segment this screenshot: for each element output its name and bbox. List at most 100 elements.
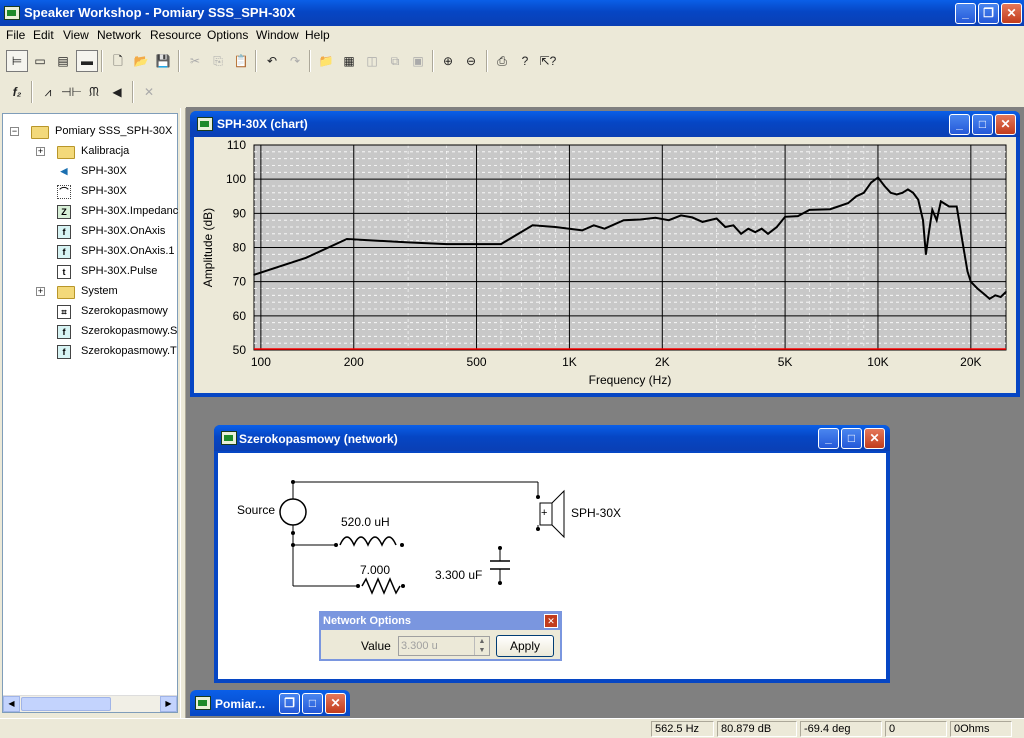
amplitude-chart[interactable]: 50 60 70 80 90 100 110 100 200 500 1K 2K 5K 10K 20K Fre… bbox=[194, 137, 1016, 393]
collapse-icon[interactable]: − bbox=[10, 127, 19, 136]
minimized-maximize-button[interactable]: □ bbox=[302, 693, 323, 714]
data-point bbox=[568, 227, 571, 230]
menu-help[interactable]: Help bbox=[305, 28, 330, 42]
inductor-label[interactable]: 520.0 uH bbox=[341, 515, 390, 529]
menu-window[interactable]: Window bbox=[256, 28, 299, 42]
resistor-symbol bbox=[361, 577, 401, 595]
data-point bbox=[847, 202, 849, 204]
data-point bbox=[531, 224, 534, 227]
capacitor-label[interactable]: 3.300 uF bbox=[435, 568, 482, 582]
inductor-icon[interactable]: ᙏ bbox=[83, 81, 105, 103]
new-file-icon[interactable]: 🗋 bbox=[107, 50, 129, 72]
graph-icon[interactable]: ◫ bbox=[361, 50, 383, 72]
apply-button[interactable]: Apply bbox=[496, 635, 554, 657]
data-point bbox=[963, 250, 965, 252]
spin-up-icon[interactable]: ▲ bbox=[474, 637, 489, 646]
print-icon[interactable]: ⎙ bbox=[491, 50, 513, 72]
value-input-text: 3.300 u bbox=[401, 640, 438, 652]
menu-edit[interactable]: Edit bbox=[33, 28, 54, 42]
menu-resource[interactable]: Resource bbox=[150, 28, 201, 42]
network-close-button[interactable]: ✕ bbox=[864, 428, 885, 449]
chart-maximize-button[interactable]: □ bbox=[972, 114, 993, 135]
separator bbox=[101, 50, 103, 72]
network-options-title-bar[interactable]: Network Options ✕ bbox=[321, 613, 560, 630]
minimized-restore-button[interactable]: ❐ bbox=[279, 693, 300, 714]
data-point bbox=[500, 243, 502, 245]
y-tick-label: 60 bbox=[233, 309, 247, 323]
chart-window[interactable]: SPH-30X (chart) _ □ ✕ 50 60 70 80 90 100 110 10… bbox=[190, 111, 1020, 397]
expand-icon[interactable]: + bbox=[36, 147, 45, 156]
menu-network[interactable]: Network bbox=[97, 28, 141, 42]
data-point bbox=[988, 298, 991, 300]
scroll-right-icon[interactable]: ▶ bbox=[160, 696, 177, 712]
x-tick-label: 1K bbox=[562, 355, 577, 369]
details-view-icon[interactable]: ▤ bbox=[52, 50, 74, 72]
speaker-icon[interactable]: ◀ bbox=[106, 81, 128, 103]
network-minimize-button[interactable]: _ bbox=[818, 428, 839, 449]
network-window-title-bar[interactable]: Szerokopasmowy (network) _ □ ✕ bbox=[214, 425, 890, 451]
data-point bbox=[724, 226, 727, 228]
menu-view[interactable]: View bbox=[63, 28, 89, 42]
resistor-icon[interactable]: ⩘ bbox=[37, 81, 59, 103]
data-point bbox=[407, 241, 409, 244]
delete-icon[interactable]: ✕ bbox=[138, 81, 160, 103]
app-title-bar[interactable]: Speaker Workshop - Pomiary SSS_SPH-30X _… bbox=[0, 0, 1024, 26]
small-view-icon[interactable]: ▬ bbox=[76, 50, 98, 72]
redo-icon[interactable]: ↷ bbox=[284, 50, 306, 72]
list-view-icon[interactable]: ▭ bbox=[29, 50, 51, 72]
panels-icon[interactable]: ▣ bbox=[407, 50, 429, 72]
tree-item-label: SPH-30X bbox=[81, 185, 127, 197]
data-point bbox=[925, 253, 927, 256]
data-point bbox=[740, 233, 742, 235]
scroll-left-icon[interactable]: ◀ bbox=[3, 696, 20, 712]
paste-icon[interactable]: 📋 bbox=[230, 50, 252, 72]
x-axis-label: Frequency (Hz) bbox=[589, 373, 672, 387]
capacitor-icon[interactable]: ⊣⊢ bbox=[60, 81, 82, 103]
open-folder-icon[interactable]: 📁 bbox=[315, 50, 337, 72]
tree-item-label: Szerokopasmowy bbox=[81, 305, 168, 317]
restore-button[interactable]: ❐ bbox=[978, 3, 999, 24]
chart-window-title-bar[interactable]: SPH-30X (chart) _ □ ✕ bbox=[190, 111, 1020, 137]
close-button[interactable]: ✕ bbox=[1001, 3, 1022, 24]
chart-close-button[interactable]: ✕ bbox=[995, 114, 1016, 135]
separator bbox=[31, 81, 33, 103]
value-input[interactable]: 3.300 u ▲ ▼ bbox=[398, 636, 490, 656]
help-icon[interactable]: ? bbox=[514, 50, 536, 72]
minimized-window[interactable]: Pomiar... ❐ □ ✕ bbox=[190, 690, 350, 716]
resistor-label[interactable]: 7.000 bbox=[360, 563, 390, 577]
network-options-close-button[interactable]: ✕ bbox=[544, 614, 558, 628]
open-file-icon[interactable]: 📂 bbox=[130, 50, 152, 72]
cut-icon[interactable]: ✂ bbox=[184, 50, 206, 72]
frames-icon[interactable]: ⧉ bbox=[384, 50, 406, 72]
scroll-thumb[interactable] bbox=[21, 697, 111, 711]
copy-icon[interactable]: ⎘ bbox=[207, 50, 229, 72]
speaker-cone bbox=[551, 489, 565, 539]
chart-minimize-button[interactable]: _ bbox=[949, 114, 970, 135]
fz-icon[interactable]: f₂ bbox=[6, 81, 28, 103]
undo-icon[interactable]: ↶ bbox=[261, 50, 283, 72]
zoom-in-icon[interactable]: ⊕ bbox=[437, 50, 459, 72]
minimize-button[interactable]: _ bbox=[955, 3, 976, 24]
data-point bbox=[654, 217, 657, 219]
tree-view-icon[interactable]: ⊨ bbox=[6, 50, 28, 72]
data-point bbox=[931, 209, 934, 211]
x-tick-label: 2K bbox=[655, 355, 670, 369]
resource-tree[interactable]: − Pomiary SSS_SPH-30X + Kalibracja ◀ SPH-30… bbox=[2, 113, 178, 713]
chart-icon[interactable]: ▦ bbox=[338, 50, 360, 72]
tree-scrollbar[interactable]: ◀ ▶ bbox=[3, 695, 177, 712]
save-icon[interactable]: 💾 bbox=[152, 50, 174, 72]
tree-root-label: Pomiary SSS_SPH-30X bbox=[55, 125, 173, 137]
app-title: Speaker Workshop - Pomiary SSS_SPH-30X bbox=[24, 5, 296, 20]
expand-icon[interactable]: + bbox=[36, 287, 45, 296]
network-maximize-button[interactable]: □ bbox=[841, 428, 862, 449]
zoom-out-icon[interactable]: ⊖ bbox=[460, 50, 482, 72]
x-tick-label: 100 bbox=[251, 355, 271, 369]
network-options-dialog[interactable]: Network Options ✕ Value 3.300 u ▲ ▼ Appl… bbox=[319, 611, 562, 661]
minimized-close-button[interactable]: ✕ bbox=[325, 693, 346, 714]
context-help-icon[interactable]: ⇱? bbox=[537, 50, 559, 72]
menu-options[interactable]: Options bbox=[207, 28, 248, 42]
spin-down-icon[interactable]: ▼ bbox=[474, 646, 489, 655]
data-point bbox=[917, 198, 919, 201]
speaker-label[interactable]: SPH-30X bbox=[571, 506, 621, 520]
menu-file[interactable]: File bbox=[6, 28, 25, 42]
